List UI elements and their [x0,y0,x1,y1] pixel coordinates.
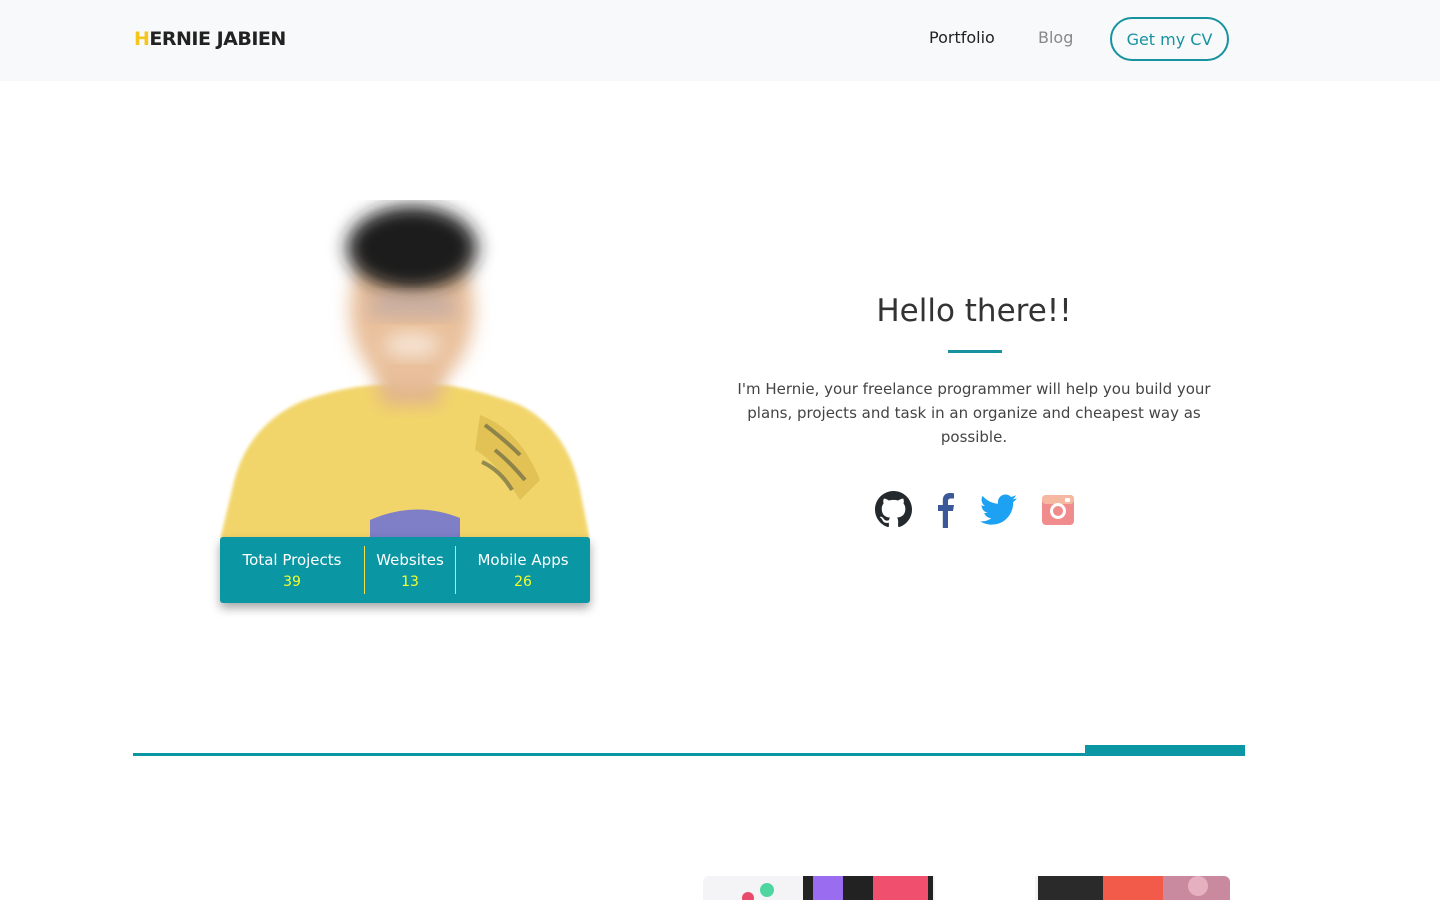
stat-label: Mobile Apps [477,550,569,569]
stat-value: 26 [514,573,532,590]
brand-initial: H [134,28,150,50]
twitter-icon[interactable] [980,491,1018,528]
section-divider [133,753,1245,756]
stat-label: Total Projects [242,550,342,569]
stat-websites: Websites 13 [365,537,455,603]
instagram-icon[interactable] [1042,491,1074,528]
nav-portfolio-link[interactable]: Portfolio [929,28,995,47]
profile-photo [220,200,590,540]
section-divider-accent [1085,745,1245,756]
brand-name: ERNIE JABIEN [149,28,286,50]
intro-title: Hello there!! [876,293,1072,329]
intro-text: I'm Hernie, your freelance programmer wi… [737,380,1211,446]
stat-value: 13 [401,573,419,590]
project-stats-card: Total Projects 39 Websites 13 Mobile App… [220,537,590,603]
stat-mobile-apps: Mobile Apps 26 [456,537,590,603]
facebook-icon[interactable] [934,491,956,528]
stat-label: Websites [376,550,444,569]
stat-total-projects: Total Projects 39 [220,537,364,603]
portfolio-preview-image[interactable] [703,876,1230,900]
github-icon[interactable] [875,491,912,528]
stat-value: 39 [283,573,301,590]
nav-blog-link[interactable]: Blog [1038,28,1073,47]
get-cv-button[interactable]: Get my CV [1110,17,1229,61]
brand-logo[interactable]: HERNIE JABIEN [134,28,286,50]
navbar: HERNIE JABIEN Portfolio Blog Get my CV [0,0,1440,81]
title-underline [948,350,1002,353]
